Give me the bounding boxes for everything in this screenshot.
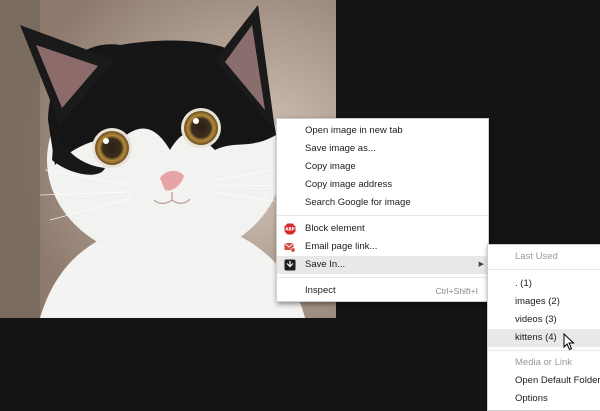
adblock-icon: ABP (284, 223, 296, 235)
folder-label: kittens (4) (515, 332, 557, 343)
submenu-folder-images[interactable]: images (2) (488, 293, 600, 311)
save-in-icon (284, 259, 296, 271)
menu-item-label: Open image in new tab (305, 125, 403, 136)
svg-text:ABP: ABP (285, 227, 295, 232)
email-icon (284, 242, 296, 253)
mouse-cursor-icon (563, 333, 575, 351)
menu-item-label: Block element (305, 223, 365, 234)
context-menu: Open image in new tab Save image as... C… (276, 118, 489, 302)
submenu-header-media-or-link: Media or Link (488, 354, 600, 372)
menu-separator (488, 350, 600, 351)
menu-item-label: Email page link... (305, 241, 378, 252)
submenu-options[interactable]: Options (488, 390, 600, 408)
menu-separator (277, 215, 488, 216)
folder-label: . (1) (515, 278, 532, 289)
submenu-folder-videos[interactable]: videos (3) (488, 311, 600, 329)
menu-item-inspect[interactable]: Inspect Ctrl+Shift+I (277, 282, 488, 300)
menu-item-save-image-as[interactable]: Save image as... (277, 140, 488, 158)
submenu-section-label: Media or Link (515, 357, 573, 368)
menu-item-label: Save In... (305, 259, 346, 270)
menu-item-copy-image[interactable]: Copy image (277, 158, 488, 176)
menu-separator (277, 277, 488, 278)
menu-item-label: Search Google for image (305, 197, 411, 208)
menu-item-label: Copy image (305, 161, 356, 172)
menu-item-search-google-image[interactable]: Search Google for image (277, 194, 488, 212)
menu-separator (488, 269, 600, 270)
submenu-folder-kittens[interactable]: kittens (4) (488, 329, 600, 347)
menu-item-label: Save image as... (305, 143, 376, 154)
menu-item-email-page-link[interactable]: Email page link... (277, 238, 488, 256)
action-label: Options (515, 393, 548, 404)
submenu-arrow-icon: ▶ (478, 261, 484, 268)
menu-item-open-image-new-tab[interactable]: Open image in new tab (277, 122, 488, 140)
folder-label: videos (3) (515, 314, 557, 325)
menu-item-label: Inspect (305, 285, 336, 296)
inspect-shortcut: Ctrl+Shift+I (435, 286, 478, 296)
submenu-header-label: Last Used (515, 251, 558, 262)
save-in-submenu: Last Used . (1) images (2) videos (3) ki… (487, 244, 600, 411)
folder-label: images (2) (515, 296, 560, 307)
submenu-header-last-used: Last Used (488, 248, 600, 266)
submenu-open-default-folder[interactable]: Open Default Folder (488, 372, 600, 390)
menu-item-block-element[interactable]: ABP Block element (277, 220, 488, 238)
menu-item-save-in[interactable]: Save In... ▶ (277, 256, 488, 274)
action-label: Open Default Folder (515, 375, 600, 386)
submenu-folder-root[interactable]: . (1) (488, 275, 600, 293)
menu-item-label: Copy image address (305, 179, 393, 190)
menu-item-copy-image-address[interactable]: Copy image address (277, 176, 488, 194)
